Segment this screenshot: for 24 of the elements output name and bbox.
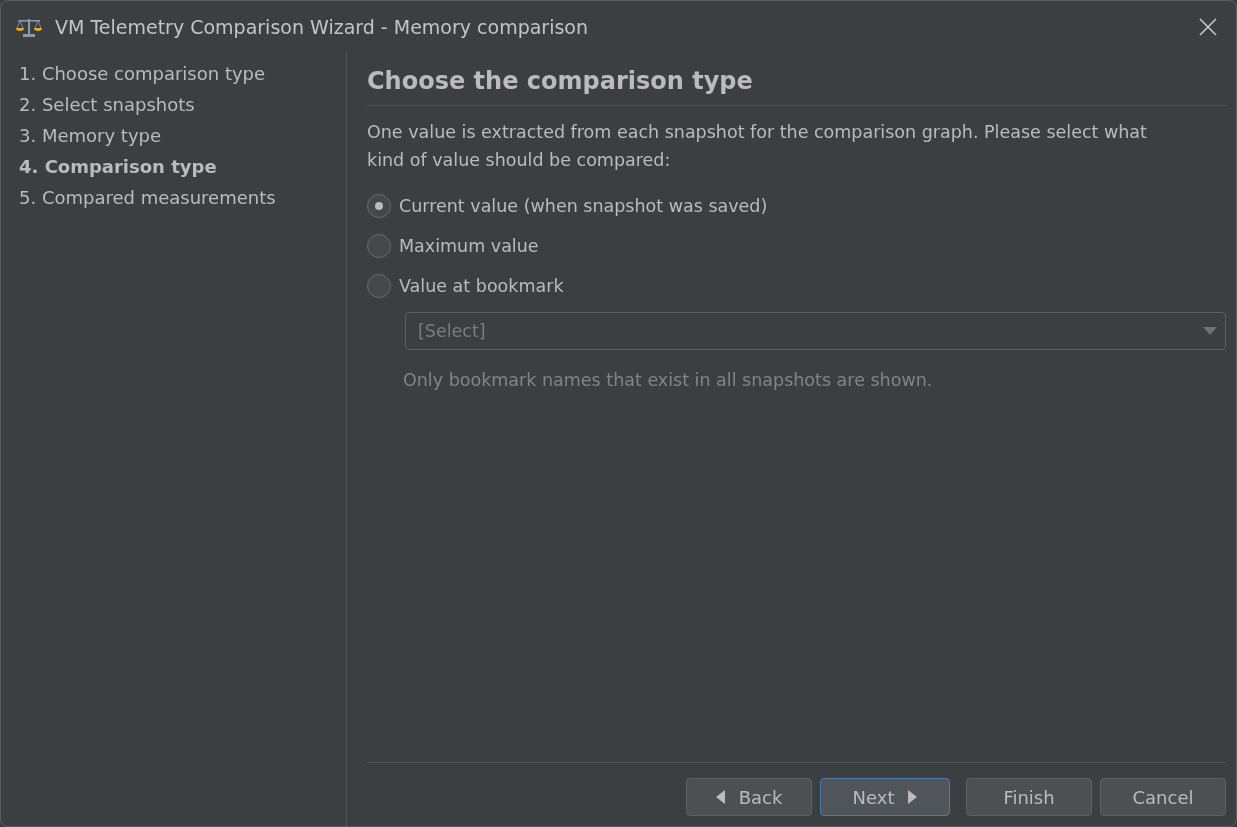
close-icon[interactable]: [1198, 17, 1218, 37]
dropdown-arrow-icon: [1203, 327, 1217, 335]
wizard-step: 5. Compared measurements: [19, 187, 346, 209]
wizard-step: 3. Memory type: [19, 125, 346, 147]
hint-text: Only bookmark names that exist in all snapshots are shown.: [403, 370, 934, 390]
description-text: One value is extracted from each snapshot for the comparison graph. Please select what kind of value should be compared:: [367, 121, 1148, 172]
radio-label[interactable]: Maximum value: [399, 236, 539, 256]
wizard-step: 1. Choose comparison type: [19, 63, 346, 85]
window-title: VM Telemetry Comparison Wizard - Memory comparison: [55, 16, 589, 38]
dialog-button[interactable]: Finish: [966, 778, 1092, 816]
wizard-step: 2. Select snapshots: [19, 94, 346, 116]
radio-button[interactable]: [367, 234, 391, 258]
back-button[interactable]: Back: [686, 778, 812, 816]
wizard-step: 4. Comparison type: [19, 156, 346, 178]
radio-label[interactable]: Current value (when snapshot was saved): [399, 196, 768, 216]
radio-label[interactable]: Value at bookmark: [399, 276, 564, 296]
scales-icon: [15, 16, 43, 38]
radio-button[interactable]: [367, 194, 391, 218]
radio-button[interactable]: [367, 274, 391, 298]
page-heading: Choose the comparison type: [367, 67, 1226, 106]
right-triangle-icon: [908, 790, 918, 804]
next-button[interactable]: Next: [820, 778, 950, 816]
dialog-button[interactable]: Cancel: [1100, 778, 1226, 816]
left-triangle-icon: [715, 790, 725, 804]
